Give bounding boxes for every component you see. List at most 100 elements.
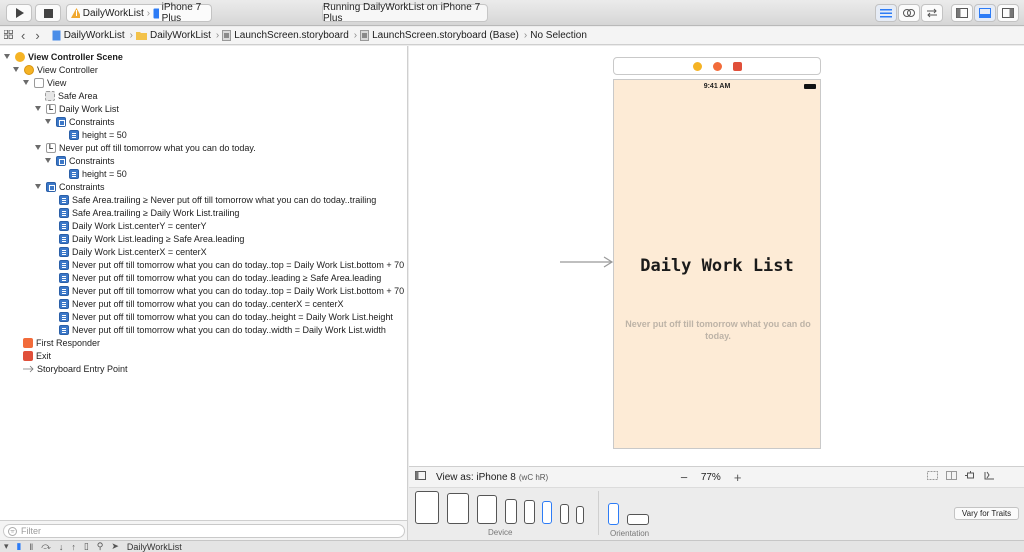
orientation-landscape-icon[interactable]: [627, 514, 649, 525]
stop-button[interactable]: [35, 4, 61, 22]
device-ipad-icon[interactable]: [477, 495, 497, 524]
outline-item-constraint[interactable]: Never put off till tomorrow what you can…: [59, 310, 393, 323]
version-editor-button[interactable]: [921, 4, 943, 22]
disclosure-triangle-icon[interactable]: [13, 67, 19, 72]
embed-button[interactable]: [927, 471, 939, 483]
toggle-navigator-button[interactable]: [951, 4, 973, 22]
device-ipad-pro-12-icon[interactable]: [415, 491, 439, 524]
related-items-icon[interactable]: [3, 29, 13, 42]
breakpoints-icon[interactable]: ▮: [17, 541, 22, 552]
pin-button[interactable]: [965, 471, 976, 483]
align-button[interactable]: [946, 471, 958, 483]
breadcrumb-project[interactable]: DailyWorkList: [52, 30, 125, 41]
scene-dock[interactable]: [613, 57, 821, 75]
device-iphone-8-icon[interactable]: [542, 501, 552, 524]
disclosure-triangle-icon[interactable]: [45, 158, 51, 163]
outline-item-scene[interactable]: View Controller Scene: [4, 50, 123, 63]
forward-icon[interactable]: ›: [35, 28, 39, 43]
outline-item-constraint[interactable]: height = 50: [69, 128, 127, 141]
view-debugger-icon[interactable]: ▯: [84, 541, 89, 552]
outline-item-entry-point[interactable]: Storyboard Entry Point: [23, 362, 128, 375]
view-controller-icon[interactable]: [692, 61, 702, 71]
scheme-selector[interactable]: DailyWorkList › iPhone 7 Plus: [66, 2, 212, 24]
resolve-icon: [984, 471, 995, 480]
orientation-portrait-icon[interactable]: [608, 503, 619, 525]
breadcrumb-folder[interactable]: DailyWorkList: [135, 30, 211, 41]
outline-item-exit[interactable]: Exit: [23, 349, 51, 362]
filter-field[interactable]: Filter: [3, 524, 405, 538]
exit-icon[interactable]: [732, 61, 742, 71]
disclosure-triangle-icon[interactable]: [35, 184, 41, 189]
view-as-label[interactable]: View as: iPhone 8: [436, 472, 516, 483]
outline-item-constraint[interactable]: Never put off till tomorrow what you can…: [59, 271, 381, 284]
breadcrumb-label: No Selection: [530, 30, 587, 41]
disclosure-triangle-icon[interactable]: [4, 54, 10, 59]
toggle-debug-button[interactable]: [974, 4, 996, 22]
standard-editor-button[interactable]: [875, 4, 897, 22]
outline-item-constraint[interactable]: Never put off till tomorrow what you can…: [59, 323, 386, 336]
subtitle-label[interactable]: Never put off till tomorrow what you can…: [620, 318, 816, 342]
project-file-icon: [52, 30, 61, 41]
outline-item-constraints[interactable]: Constraints: [35, 180, 105, 193]
location-icon[interactable]: ➤: [111, 541, 119, 552]
outline-item-label: Never put off till tomorrow what you can…: [72, 285, 405, 296]
constraint-icon: [59, 207, 69, 218]
disclosure-triangle-icon[interactable]: [23, 80, 29, 85]
outline-item-constraint[interactable]: Safe Area.trailing ≥ Never put off till …: [59, 193, 376, 206]
toggle-console-icon[interactable]: ▾: [4, 541, 9, 552]
memory-graph-icon[interactable]: ⚲: [97, 541, 104, 552]
zoom-out-button[interactable]: −: [680, 470, 688, 485]
divider: [598, 491, 599, 535]
outline-item-view[interactable]: View: [23, 76, 66, 89]
step-in-icon[interactable]: ↓: [59, 542, 64, 552]
outline-item-constraint[interactable]: Safe Area.trailing ≥ Daily Work List.tra…: [59, 206, 239, 219]
device-iphone-se-icon[interactable]: [560, 504, 569, 524]
outline-item-constraint[interactable]: Daily Work List.centerY = centerY: [59, 219, 206, 232]
device-view[interactable]: 9:41 AM Daily Work List Never put off ti…: [613, 79, 821, 449]
disclosure-triangle-icon[interactable]: [35, 106, 41, 111]
breadcrumb-storyboard[interactable]: LaunchScreen.storyboard: [222, 30, 349, 41]
device-iphone-x-icon[interactable]: [505, 499, 517, 524]
vary-for-traits-button[interactable]: Vary for Traits: [954, 507, 1019, 520]
storyboard-file-icon: [222, 30, 232, 41]
scene-icon: [15, 51, 25, 62]
breadcrumb-selection[interactable]: No Selection: [530, 30, 587, 41]
outline-item-safe-area[interactable]: Safe Area: [45, 89, 98, 102]
outline-item-constraint[interactable]: Never put off till tomorrow what you can…: [59, 297, 344, 310]
outline-item-label-never[interactable]: L Never put off till tomorrow what you c…: [35, 141, 256, 154]
toggle-outline-button[interactable]: [415, 471, 426, 483]
step-over-icon[interactable]: ⤼: [41, 541, 51, 552]
outline-filter-bar: Filter: [0, 520, 408, 540]
pause-icon[interactable]: ‖: [29, 542, 33, 552]
title-label[interactable]: Daily Work List: [614, 256, 820, 276]
outline-item-label-daily[interactable]: L Daily Work List: [35, 102, 119, 115]
outline-item-label: Never put off till tomorrow what you can…: [72, 311, 393, 322]
outline-item-constraint[interactable]: Daily Work List.leading ≥ Safe Area.lead…: [59, 232, 244, 245]
outline-item-constraints[interactable]: Constraints: [45, 115, 115, 128]
status-text: Running DailyWorkList on iPhone 7 Plus: [323, 2, 481, 24]
outline-item-view-controller[interactable]: View Controller: [13, 63, 98, 76]
assistant-editor-button[interactable]: [898, 4, 920, 22]
outline-item-constraint[interactable]: Never put off till tomorrow what you can…: [59, 284, 404, 297]
outline-item-label: Exit: [36, 350, 52, 361]
resolve-button[interactable]: [984, 471, 995, 483]
breadcrumb-storyboard-base[interactable]: LaunchScreen.storyboard (Base): [360, 30, 519, 41]
device-ipad-pro-10-icon[interactable]: [447, 493, 469, 524]
entry-point-arrow[interactable]: [560, 256, 614, 268]
first-responder-icon[interactable]: [712, 61, 722, 71]
disclosure-triangle-icon[interactable]: [35, 145, 41, 150]
device-iphone-8-plus-icon[interactable]: [524, 500, 535, 524]
outline-item-constraints[interactable]: Constraints: [45, 154, 115, 167]
device-iphone-4s-icon[interactable]: [576, 506, 584, 524]
storyboard-canvas[interactable]: 9:41 AM Daily Work List Never put off ti…: [409, 46, 1024, 466]
toggle-inspector-button[interactable]: [997, 4, 1019, 22]
back-icon[interactable]: ‹: [21, 28, 25, 43]
outline-item-constraint[interactable]: Never put off till tomorrow what you can…: [59, 258, 404, 271]
outline-item-first-responder[interactable]: First Responder: [23, 336, 100, 349]
run-button[interactable]: [6, 4, 32, 22]
disclosure-triangle-icon[interactable]: [45, 119, 51, 124]
outline-item-constraint[interactable]: Daily Work List.centerX = centerX: [59, 245, 207, 258]
step-out-icon[interactable]: ↑: [71, 542, 76, 552]
outline-item-constraint[interactable]: height = 50: [69, 167, 127, 180]
zoom-in-button[interactable]: +: [734, 470, 742, 485]
